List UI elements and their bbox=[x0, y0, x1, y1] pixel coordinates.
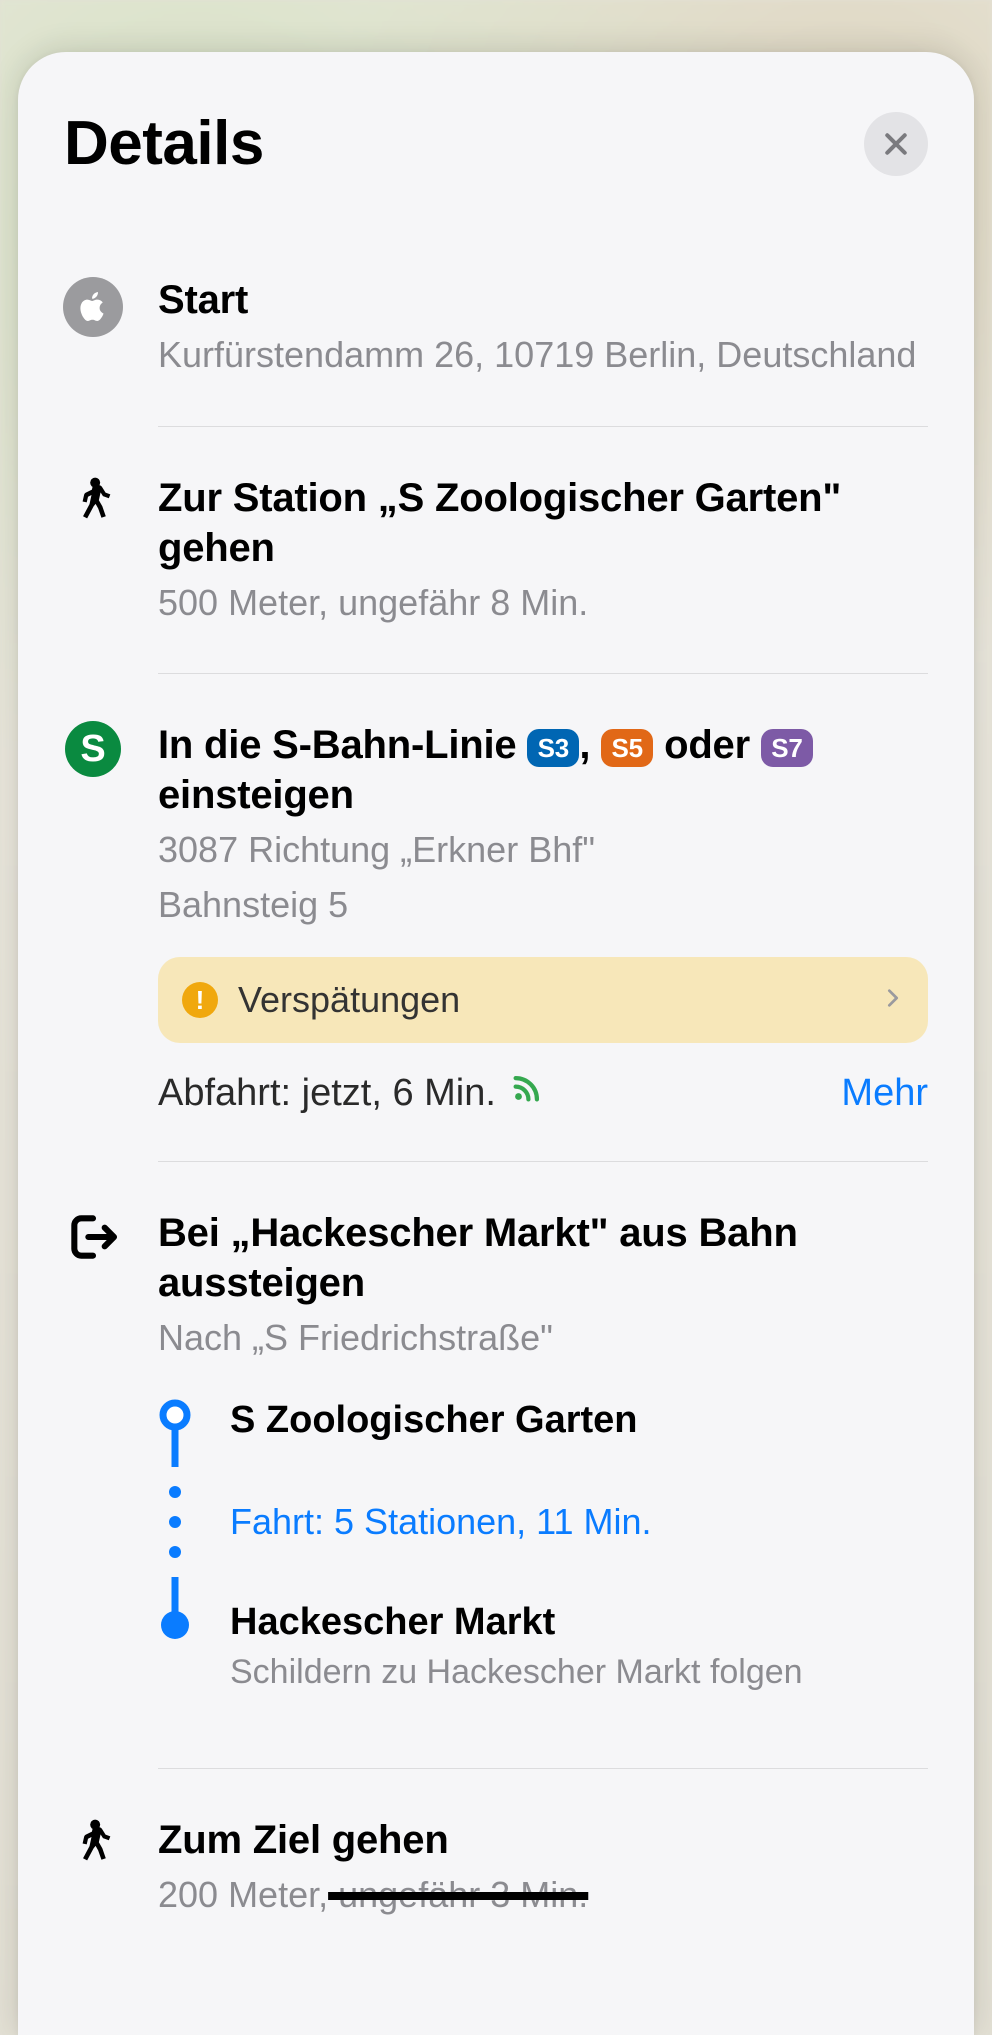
step-subtitle: Kurfürstendamm 26, 10719 Berlin, Deutsch… bbox=[158, 331, 928, 380]
advisory-label: Verspätungen bbox=[238, 979, 862, 1021]
directions-list: Start Kurfürstendamm 26, 10719 Berlin, D… bbox=[18, 229, 974, 1966]
apple-icon bbox=[63, 277, 123, 337]
exit-icon bbox=[65, 1209, 121, 1768]
title-sep: , bbox=[579, 723, 601, 767]
step-subtitle: 200 Meter, ungefähr 3 Min. bbox=[158, 1871, 928, 1920]
line-badge-s3: S3 bbox=[527, 729, 579, 767]
journey-block: S Zoologischer Garten Fahrt: 5 Stationen… bbox=[158, 1397, 928, 1722]
chevron-right-icon bbox=[882, 987, 904, 1014]
sheet-header: Details bbox=[18, 108, 974, 229]
step-title: In die S-Bahn-Linie S3, S5 oder S7 einst… bbox=[158, 720, 928, 820]
redacted-text: ungefähr 3 Min. bbox=[328, 1874, 588, 1915]
details-sheet: Details Start Kurfürstendamm 26, 10719 B… bbox=[18, 52, 974, 2035]
close-button[interactable] bbox=[864, 112, 928, 176]
more-link[interactable]: Mehr bbox=[841, 1072, 928, 1115]
step-subtitle-direction: 3087 Richtung „Erkner Bhf" bbox=[158, 826, 928, 875]
step-title: Zur Station „S Zoologischer Garten" gehe… bbox=[158, 473, 928, 573]
departure-row: Abfahrt: jetzt, 6 Min. Mehr bbox=[158, 1071, 928, 1115]
walk-icon bbox=[67, 1816, 119, 1966]
line-badge-s7: S7 bbox=[761, 729, 813, 767]
title-text: In die S-Bahn-Linie bbox=[158, 723, 527, 767]
step-subtitle: Nach „S Friedrichstraße" bbox=[158, 1314, 928, 1363]
journey-from: S Zoologischer Garten bbox=[230, 1397, 928, 1445]
close-icon bbox=[881, 129, 911, 159]
journey-to-sub: Schildern zu Hackescher Markt folgen bbox=[230, 1650, 928, 1696]
detail-prefix: 200 Meter, bbox=[158, 1874, 328, 1915]
line-badge-s5: S5 bbox=[601, 729, 653, 767]
journey-to: Hackescher Markt bbox=[230, 1599, 928, 1647]
step-subtitle-platform: Bahnsteig 5 bbox=[158, 881, 928, 930]
step-title: Start bbox=[158, 275, 928, 325]
step-title: Zum Ziel gehen bbox=[158, 1815, 928, 1865]
step-subtitle: 500 Meter, ungefähr 8 Min. bbox=[158, 579, 928, 628]
walk-icon bbox=[67, 474, 119, 674]
step-exit-train[interactable]: Bei „Hackescher Markt" aus Bahn aussteig… bbox=[18, 1161, 974, 1768]
step-board-sbahn[interactable]: S In die S-Bahn-Linie S3, S5 oder S7 ein… bbox=[18, 673, 974, 1161]
warning-icon: ! bbox=[182, 982, 218, 1018]
advisory-banner[interactable]: ! Verspätungen bbox=[158, 957, 928, 1043]
departure-text: Abfahrt: jetzt, 6 Min. bbox=[158, 1072, 496, 1115]
step-title: Bei „Hackescher Markt" aus Bahn aussteig… bbox=[158, 1208, 928, 1308]
journey-ride[interactable]: Fahrt: 5 Stationen, 11 Min. bbox=[230, 1471, 928, 1573]
title-or: oder bbox=[653, 723, 761, 767]
step-walk-to-station[interactable]: Zur Station „S Zoologischer Garten" gehe… bbox=[18, 426, 974, 674]
sbahn-icon: S bbox=[65, 721, 121, 777]
step-walk-to-destination[interactable]: Zum Ziel gehen 200 Meter, ungefähr 3 Min… bbox=[18, 1768, 974, 1966]
title-text: einsteigen bbox=[158, 773, 354, 817]
live-indicator-icon bbox=[510, 1071, 544, 1115]
page-title: Details bbox=[64, 108, 264, 179]
journey-line-graphic bbox=[158, 1397, 212, 1722]
step-start[interactable]: Start Kurfürstendamm 26, 10719 Berlin, D… bbox=[18, 229, 974, 426]
